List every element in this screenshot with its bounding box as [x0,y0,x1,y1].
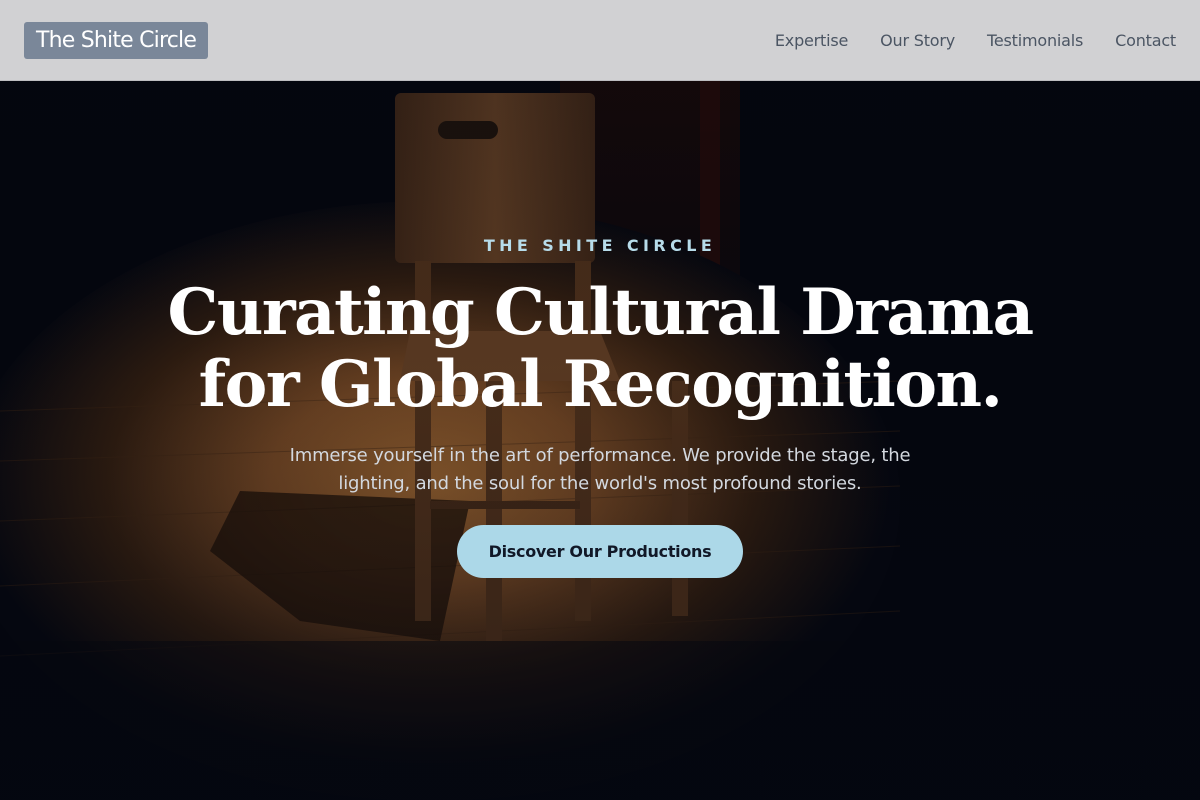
main-nav: Expertise Our Story Testimonials Contact [743,31,1176,50]
hero-headline: Curating Cultural Drama for Global Recog… [100,277,1100,421]
hero-content: THE SHITE CIRCLE Curating Cultural Drama… [0,81,1200,800]
hero-headline-line2: for Global Recognition. [198,347,1003,422]
site-header: The Shite Circle Expertise Our Story Tes… [0,0,1200,81]
hero-headline-line1: Curating Cultural Drama [167,275,1034,350]
nav-link-our-story[interactable]: Our Story [880,31,955,50]
discover-productions-button[interactable]: Discover Our Productions [457,525,743,578]
hero-subtext: Immerse yourself in the art of performan… [260,442,940,498]
hero-subtext-line2: lighting, and the soul for the world's m… [338,473,862,494]
nav-link-testimonials[interactable]: Testimonials [987,31,1083,50]
nav-link-expertise[interactable]: Expertise [775,31,848,50]
site-logo[interactable]: The Shite Circle [24,21,209,59]
nav-link-contact[interactable]: Contact [1115,31,1176,50]
hero-eyebrow: THE SHITE CIRCLE [483,236,717,255]
hero-section: THE SHITE CIRCLE Curating Cultural Drama… [0,81,1200,800]
hero-subtext-line1: Immerse yourself in the art of performan… [289,445,911,466]
